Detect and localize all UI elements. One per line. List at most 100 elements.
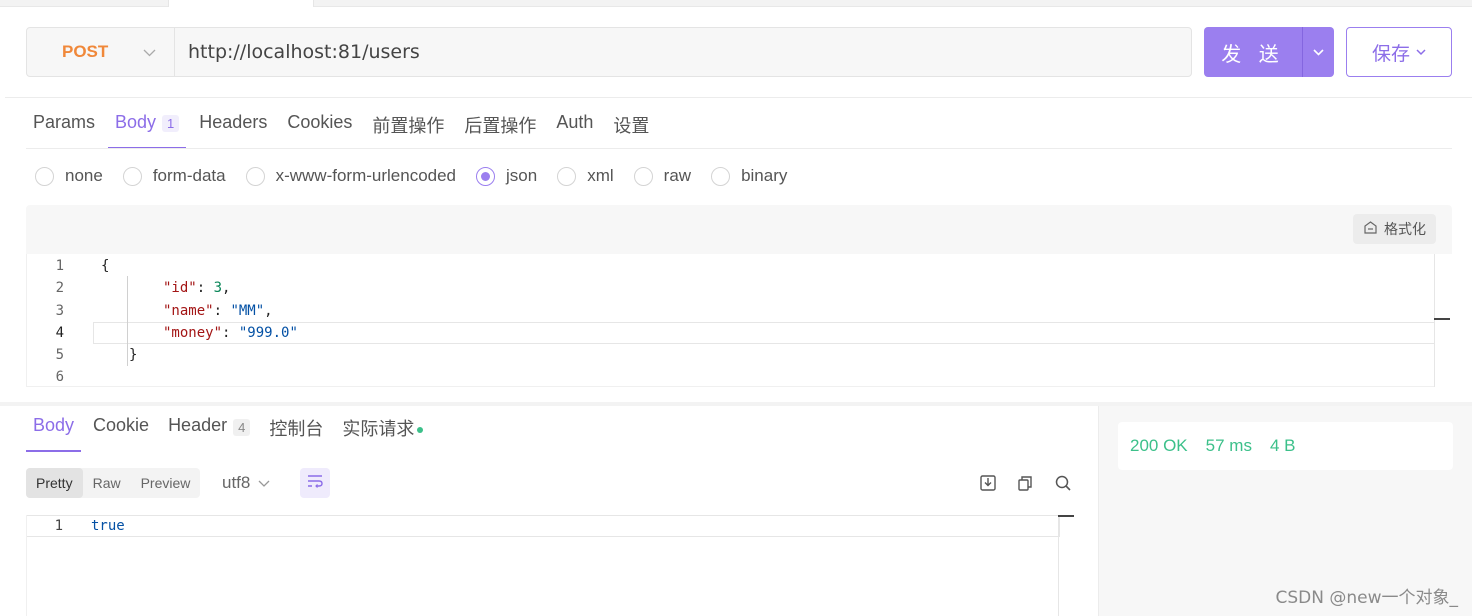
- chevron-down-icon: [143, 45, 156, 60]
- json-key: "id": [163, 280, 197, 296]
- request-body-editor[interactable]: 1 { 2 "id": 3, 3 "name": "MM", 4 "money"…: [26, 254, 1452, 387]
- download-icon[interactable]: [977, 472, 999, 494]
- json-value: 3: [213, 280, 223, 296]
- tab-console[interactable]: 控制台: [262, 411, 330, 452]
- status-dot: [417, 427, 424, 433]
- tab-label: Header: [168, 415, 228, 435]
- encoding-select[interactable]: utf8: [222, 468, 270, 498]
- view-pretty[interactable]: Pretty: [26, 468, 83, 498]
- radio-json[interactable]: json: [476, 166, 537, 186]
- code-line: 1 {: [27, 255, 1447, 277]
- line-number: 6: [55, 369, 64, 385]
- code-line: 4 "money": "999.0": [27, 322, 1447, 344]
- tab-response-cookie[interactable]: Cookie: [86, 411, 156, 452]
- code-text: "id": 3,: [163, 280, 231, 296]
- radio-circle-checked: [476, 166, 496, 186]
- radio-label: binary: [741, 166, 788, 185]
- radio-label: form-data: [152, 166, 226, 185]
- tab-body[interactable]: Body 1: [108, 106, 187, 149]
- send-button-label: 发 送: [1204, 27, 1303, 77]
- radio-form-data[interactable]: form-data: [122, 166, 226, 186]
- radio-circle: [633, 166, 653, 186]
- radio-raw[interactable]: raw: [633, 166, 692, 186]
- copy-icon[interactable]: [1014, 472, 1036, 494]
- radio-circle: [35, 166, 54, 186]
- line-number: 1: [55, 258, 64, 274]
- radio-label: json: [506, 166, 538, 185]
- tab-label: Body: [115, 112, 157, 132]
- scroll-position-marker: [1434, 318, 1450, 320]
- code-text: {: [101, 258, 110, 274]
- send-options-chevron-icon[interactable]: [1303, 27, 1334, 77]
- search-icon[interactable]: [1052, 472, 1074, 494]
- radio-xml[interactable]: xml: [557, 166, 614, 186]
- json-key: "money": [163, 325, 223, 341]
- status-code: 200 OK: [1130, 436, 1188, 455]
- tab-cookies[interactable]: Cookies: [280, 106, 359, 149]
- response-time: 57 ms: [1205, 436, 1252, 455]
- radio-none[interactable]: none: [35, 166, 103, 186]
- response-body-viewer[interactable]: 1 true: [26, 515, 1076, 616]
- code-text: "money": "999.0": [163, 325, 298, 341]
- status-summary: 200 OK 57 ms 4 B: [1118, 422, 1453, 470]
- radio-circle: [557, 166, 577, 186]
- line-number: 5: [55, 347, 64, 363]
- chevron-down-icon: [1416, 45, 1426, 59]
- tab-post-operations[interactable]: 后置操作: [457, 106, 543, 149]
- watermark: CSDN @new一个对象_: [1275, 588, 1458, 608]
- tab-auth[interactable]: Auth: [549, 106, 600, 149]
- save-button-label: 保存: [1371, 43, 1410, 65]
- response-content: true: [91, 518, 125, 534]
- json-separator: ,: [264, 303, 273, 319]
- radio-circle: [122, 166, 142, 186]
- chevron-down-icon: [258, 473, 270, 493]
- radio-label: raw: [663, 166, 692, 185]
- format-icon: [1363, 221, 1378, 237]
- tab-actual-request[interactable]: 实际请求: [335, 411, 430, 452]
- request-tabs: Params Body 1 Headers Cookies 前置操作 后置操作 …: [26, 106, 662, 149]
- format-button-label: 格式化: [1384, 221, 1426, 237]
- response-scrollbar[interactable]: [1058, 515, 1076, 616]
- method-select[interactable]: POST: [27, 28, 175, 76]
- format-button[interactable]: 格式化: [1353, 214, 1436, 244]
- line-number: 1: [54, 518, 63, 534]
- code-line: 6: [27, 366, 1447, 388]
- tab-label: Body: [33, 415, 75, 435]
- response-tabs: Body Cookie Header 4 控制台 实际请求: [26, 411, 435, 452]
- tab-badge: 4: [233, 419, 251, 436]
- view-mode-toggle: Pretty Raw Preview: [26, 468, 201, 498]
- tab-response-header[interactable]: Header 4: [161, 411, 257, 452]
- tab-params[interactable]: Params: [26, 106, 102, 149]
- tab-response-body[interactable]: Body: [26, 411, 82, 452]
- tab-headers[interactable]: Headers: [192, 106, 274, 149]
- wrap-icon: [306, 474, 324, 493]
- tab-badge: 1: [162, 115, 180, 132]
- editor-scrollbar[interactable]: [1434, 254, 1452, 387]
- view-raw[interactable]: Raw: [83, 468, 131, 498]
- send-button[interactable]: 发 送: [1204, 27, 1334, 77]
- body-type-radio-group: none form-data x-www-form-urlencoded jso…: [35, 166, 807, 186]
- divider: [5, 97, 1472, 98]
- radio-binary[interactable]: binary: [711, 166, 787, 186]
- line-number: 4: [55, 325, 64, 341]
- view-preview[interactable]: Preview: [131, 468, 201, 498]
- code-line: 1 true: [27, 515, 1060, 537]
- line-number: 2: [55, 280, 64, 296]
- url-input[interactable]: [175, 28, 1191, 76]
- response-size: 4 B: [1269, 436, 1296, 455]
- editor-toolbar: 格式化: [26, 205, 1452, 254]
- tab-label: 前置操作: [372, 116, 445, 136]
- radio-label: x-www-form-urlencoded: [275, 166, 457, 185]
- tab-label: Headers: [199, 112, 268, 132]
- tab-settings[interactable]: 设置: [606, 106, 656, 149]
- radio-x-www-form-urlencoded[interactable]: x-www-form-urlencoded: [245, 166, 457, 186]
- tab-label: 后置操作: [464, 116, 537, 136]
- active-document-tab[interactable]: [168, 0, 314, 7]
- save-button[interactable]: 保存: [1346, 27, 1452, 77]
- url-bar: POST: [26, 27, 1192, 77]
- radio-circle: [245, 166, 265, 186]
- wrap-toggle-button[interactable]: [300, 468, 330, 498]
- method-label: POST: [62, 42, 109, 61]
- tab-pre-operations[interactable]: 前置操作: [365, 106, 451, 149]
- tab-label: 控制台: [269, 419, 324, 439]
